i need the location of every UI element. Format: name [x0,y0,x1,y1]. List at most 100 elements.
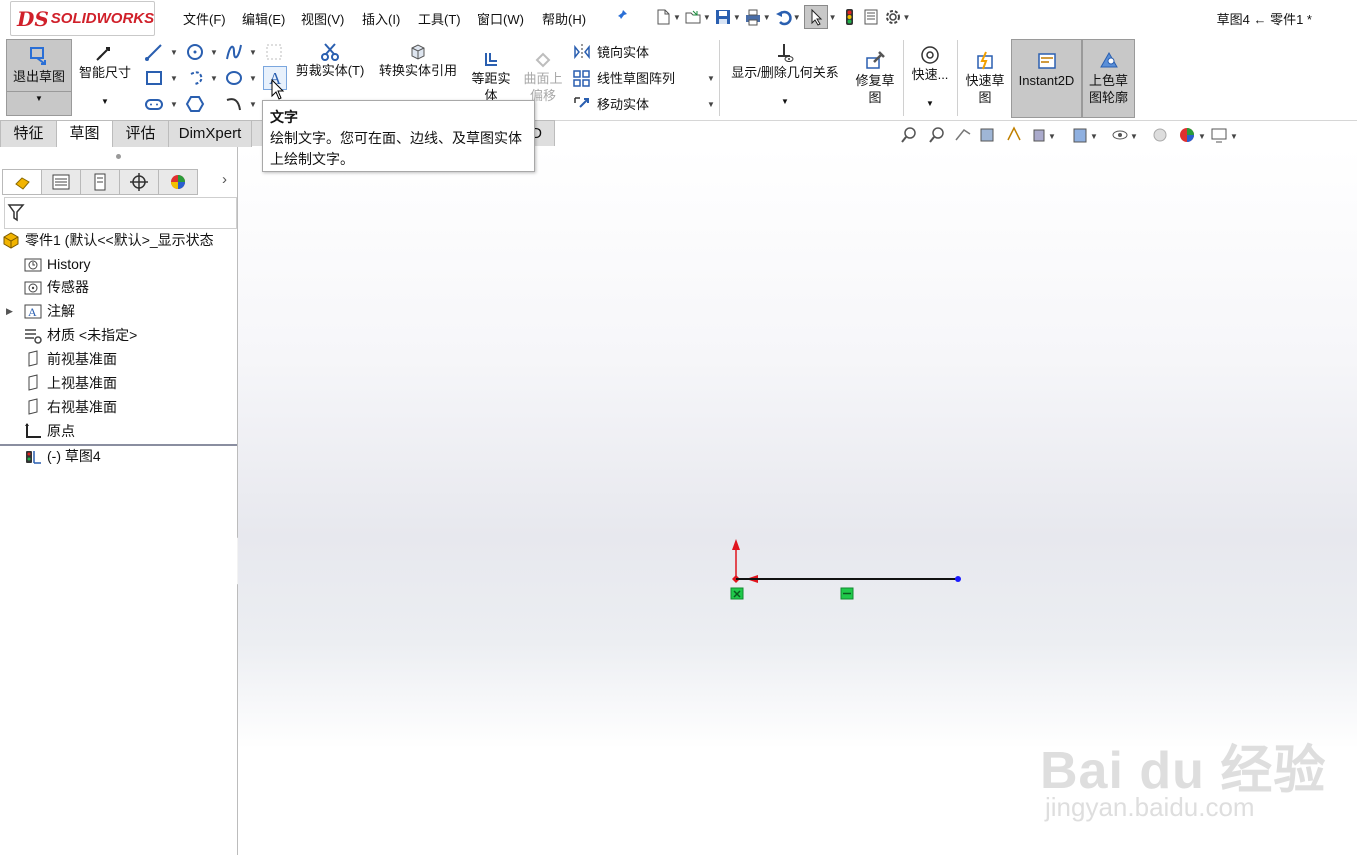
tree-item-front-plane[interactable]: 前视基准面 [24,348,117,370]
quick-snaps-button[interactable]: 快速... ▼ [908,44,952,114]
repair-sketch-button[interactable]: 修复草图 [852,50,898,114]
chevron-down-icon[interactable]: ▼ [170,74,178,83]
options-gear-icon[interactable] [884,8,902,26]
shaded-sketch-contours-button[interactable]: 上色草图轮廓 [1082,39,1135,118]
tree-item-history[interactable]: History [24,253,91,275]
feature-manager-tab[interactable] [2,169,42,195]
mirror-icon [574,43,590,60]
display-delete-relations-button[interactable]: 显示/删除几何关系 ▼ [724,42,846,114]
tab-dimxpert[interactable]: DimXpert [168,120,252,147]
svg-text:▼: ▼ [1048,132,1056,141]
mouse-cursor-icon [271,78,285,100]
chevron-down-icon[interactable]: ▼ [249,100,257,109]
tree-root-part[interactable]: 零件1 (默认<<默认>_显示状态 [2,229,214,251]
line-icon[interactable] [144,42,164,62]
tree-item-sensors[interactable]: 传感器 [24,276,89,298]
menu-tools[interactable]: 工具(T) [418,9,461,28]
exit-sketch-button[interactable]: 退出草图 ▼ [6,39,72,116]
chevron-down-icon[interactable]: ▼ [170,48,178,57]
menu-edit[interactable]: 编辑(E) [242,9,285,28]
tree-item-material[interactable]: 材质 <未指定> [24,324,137,346]
chevron-down-icon[interactable]: ▼ [210,74,218,83]
line-endpoint[interactable] [955,576,961,582]
rectangle-icon[interactable] [144,68,164,88]
undo-icon[interactable] [774,8,792,26]
chevron-down-icon[interactable]: ▼ [724,93,846,110]
menu-insert[interactable]: 插入(I) [362,9,400,28]
open-icon[interactable] [684,8,702,26]
tree-item-annotations[interactable]: ▶ A 注解 [6,300,75,322]
tab-features[interactable]: 特征 [0,120,57,147]
coincident-relation-badge[interactable] [730,587,744,600]
smart-dimension-button[interactable]: 智能尺寸 ▼ [74,42,136,114]
convert-entities-button[interactable]: 转换实体引用 [373,42,463,92]
chevron-down-icon[interactable]: ▼ [170,100,178,109]
tree-item-origin[interactable]: 原点 [24,420,75,442]
exit-sketch-icon [30,47,46,65]
chevron-down-icon[interactable]: ▼ [210,48,218,57]
chevron-down-icon[interactable]: ▼ [829,13,837,22]
menu-window[interactable]: 窗口(W) [477,9,524,28]
chevron-down-icon[interactable]: ▼ [249,74,257,83]
save-icon[interactable] [714,8,732,26]
tree-item-right-plane[interactable]: 右视基准面 [24,396,117,418]
tooltip-body: 绘制文字。您可在面、边线、及草图实体上绘制文字。 [270,130,522,167]
tree-item-sketch4[interactable]: (-) 草图4 [24,445,101,467]
ellipse-icon[interactable] [224,68,244,88]
menu-view[interactable]: 视图(V) [301,9,344,28]
circle-icon[interactable] [185,42,205,62]
tree-item-top-plane[interactable]: 上视基准面 [24,372,117,394]
chevron-down-icon[interactable]: ▼ [908,95,952,112]
chevron-down-icon[interactable]: ▼ [673,13,681,22]
rapid-sketch-button[interactable]: 快速草图 [961,50,1009,114]
trim-entities-button[interactable]: 剪裁实体(T) [293,42,367,92]
linear-pattern-button[interactable]: 线性草图阵列 [572,68,675,87]
panel-tabs: › [2,169,234,195]
configuration-manager-tab[interactable] [80,169,120,195]
straight-slot-icon[interactable] [144,94,164,114]
expand-arrow-icon[interactable]: ▶ [6,306,24,317]
instant2d-button[interactable]: Instant2D [1011,39,1082,118]
chevron-down-icon[interactable]: ▼ [74,93,136,110]
tab-evaluate[interactable]: 评估 [112,120,169,147]
file-properties-icon[interactable] [862,8,880,26]
pin-icon[interactable] [613,8,629,27]
horizontal-relation-badge[interactable] [840,587,854,600]
menu-file[interactable]: 文件(F) [183,9,226,28]
tab-sketch[interactable]: 草图 [56,120,113,148]
arc-icon[interactable] [224,94,244,114]
tooltip-title: 文字 [270,109,298,125]
solidworks-logo[interactable]: DS SOLIDWORKS [10,1,155,36]
slot-icon[interactable] [185,68,205,88]
spline-icon[interactable] [224,42,244,62]
sketch-icon [26,451,41,464]
new-document-icon[interactable] [654,8,672,26]
polygon-icon[interactable] [185,94,205,114]
print-icon[interactable] [744,8,762,26]
chevron-down-icon[interactable]: ▼ [793,13,801,22]
chevron-down-icon[interactable]: ▼ [763,13,771,22]
offset-on-surface-label: 曲面上偏移 [523,71,563,103]
feature-tree-filter[interactable] [4,197,237,229]
property-manager-tab[interactable] [41,169,81,195]
chevron-down-icon[interactable]: ▼ [733,13,741,22]
dimxpert-manager-tab[interactable] [119,169,159,195]
select-cursor-icon[interactable] [803,5,828,29]
mirror-entities-button[interactable]: 镜向实体 [572,42,649,61]
chevron-down-icon[interactable]: ▼ [707,74,715,83]
chevron-down-icon[interactable]: ▼ [903,13,911,22]
sketch-fillet-icon[interactable] [264,42,284,62]
rebuild-traffic-light-icon[interactable] [840,8,858,26]
menu-help[interactable]: 帮助(H) [542,9,586,28]
chevron-down-icon[interactable]: ▼ [249,48,257,57]
title-bar: DS SOLIDWORKS 文件(F) 编辑(E) 视图(V) 插入(I) 工具… [0,0,1357,36]
previous-view-icon [955,128,971,141]
move-entities-button[interactable]: 移动实体 [572,94,649,113]
display-manager-tab[interactable] [158,169,198,195]
chevron-right-icon[interactable]: › [222,171,227,188]
panel-grip-icon[interactable] [116,154,121,159]
chevron-down-icon[interactable]: ▼ [707,100,715,109]
chevron-down-icon[interactable]: ▼ [7,91,71,106]
chevron-down-icon[interactable]: ▼ [703,13,711,22]
convert-entities-label: 转换实体引用 [378,63,457,78]
